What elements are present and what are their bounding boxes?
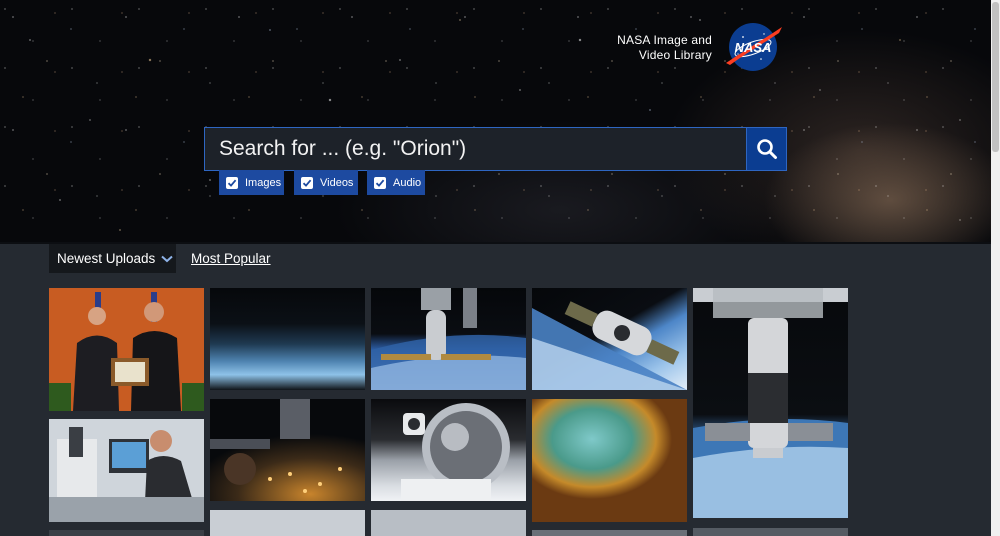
result-thumbnail-spacecraft-approach[interactable] [532,288,687,390]
filter-videos[interactable]: Videos [294,170,358,195]
svg-text:NASA: NASA [735,40,772,55]
starfield-background-layer [0,0,991,243]
page-scrollbar[interactable] [991,0,1000,536]
award-presentation-photo [49,288,204,411]
lab-microscope-researcher-photo [49,419,204,522]
search-input[interactable] [204,127,746,171]
filter-label: Videos [320,176,354,189]
scrollbar-thumb[interactable] [992,2,999,152]
checkbox-checked-icon [301,176,313,189]
result-thumbnail-astronaut-helmet[interactable] [371,399,526,501]
result-thumbnail-partial[interactable] [210,510,365,536]
search-icon [756,139,777,159]
search-bar [204,127,787,171]
site-title-line2: Video Library [638,48,712,62]
checkbox-checked-icon [374,176,386,189]
result-thumbnail-nebula[interactable] [532,399,687,522]
checkbox-checked-icon [226,176,238,189]
tab-most-popular[interactable]: Most Popular [191,251,271,266]
hero-banner: NASA Image and Video Library NASA Images [0,0,991,243]
site-title[interactable]: NASA Image and Video Library [600,33,712,63]
result-thumbnail-station-module[interactable] [693,288,848,518]
filter-label: Audio [393,176,422,189]
result-thumbnail-partial[interactable] [532,530,687,536]
city-lights-from-orbit-photo [210,399,342,493]
filter-label: Images [245,176,282,189]
filter-images[interactable]: Images [219,170,284,195]
result-thumbnail-earth-horizon[interactable] [210,288,365,390]
result-thumbnail-partial[interactable] [693,528,848,536]
astronaut-helmet-reflection-photo [401,403,510,501]
spacecraft-docked-over-earth-photo [371,288,526,390]
result-thumbnail-city-lights[interactable] [210,399,365,501]
progress-spacecraft-approach-photo [532,301,687,390]
tab-label: Newest Uploads [57,251,156,266]
chevron-down-icon [161,255,173,262]
result-thumbnail-spacecraft-docked[interactable] [371,288,526,390]
space-station-module-photo [693,288,848,518]
result-thumbnail-partial[interactable] [371,510,526,536]
nasa-logo-icon[interactable]: NASA [724,21,784,73]
tab-newest-uploads[interactable]: Newest Uploads [49,244,176,273]
result-thumbnail-award-presentation[interactable] [49,288,204,411]
site-title-line1: NASA Image and [617,33,712,47]
filter-audio[interactable]: Audio [367,170,425,195]
result-thumbnail-lab-microscope[interactable] [49,419,204,522]
search-button[interactable] [746,127,787,171]
result-thumbnail-partial[interactable] [49,530,204,536]
